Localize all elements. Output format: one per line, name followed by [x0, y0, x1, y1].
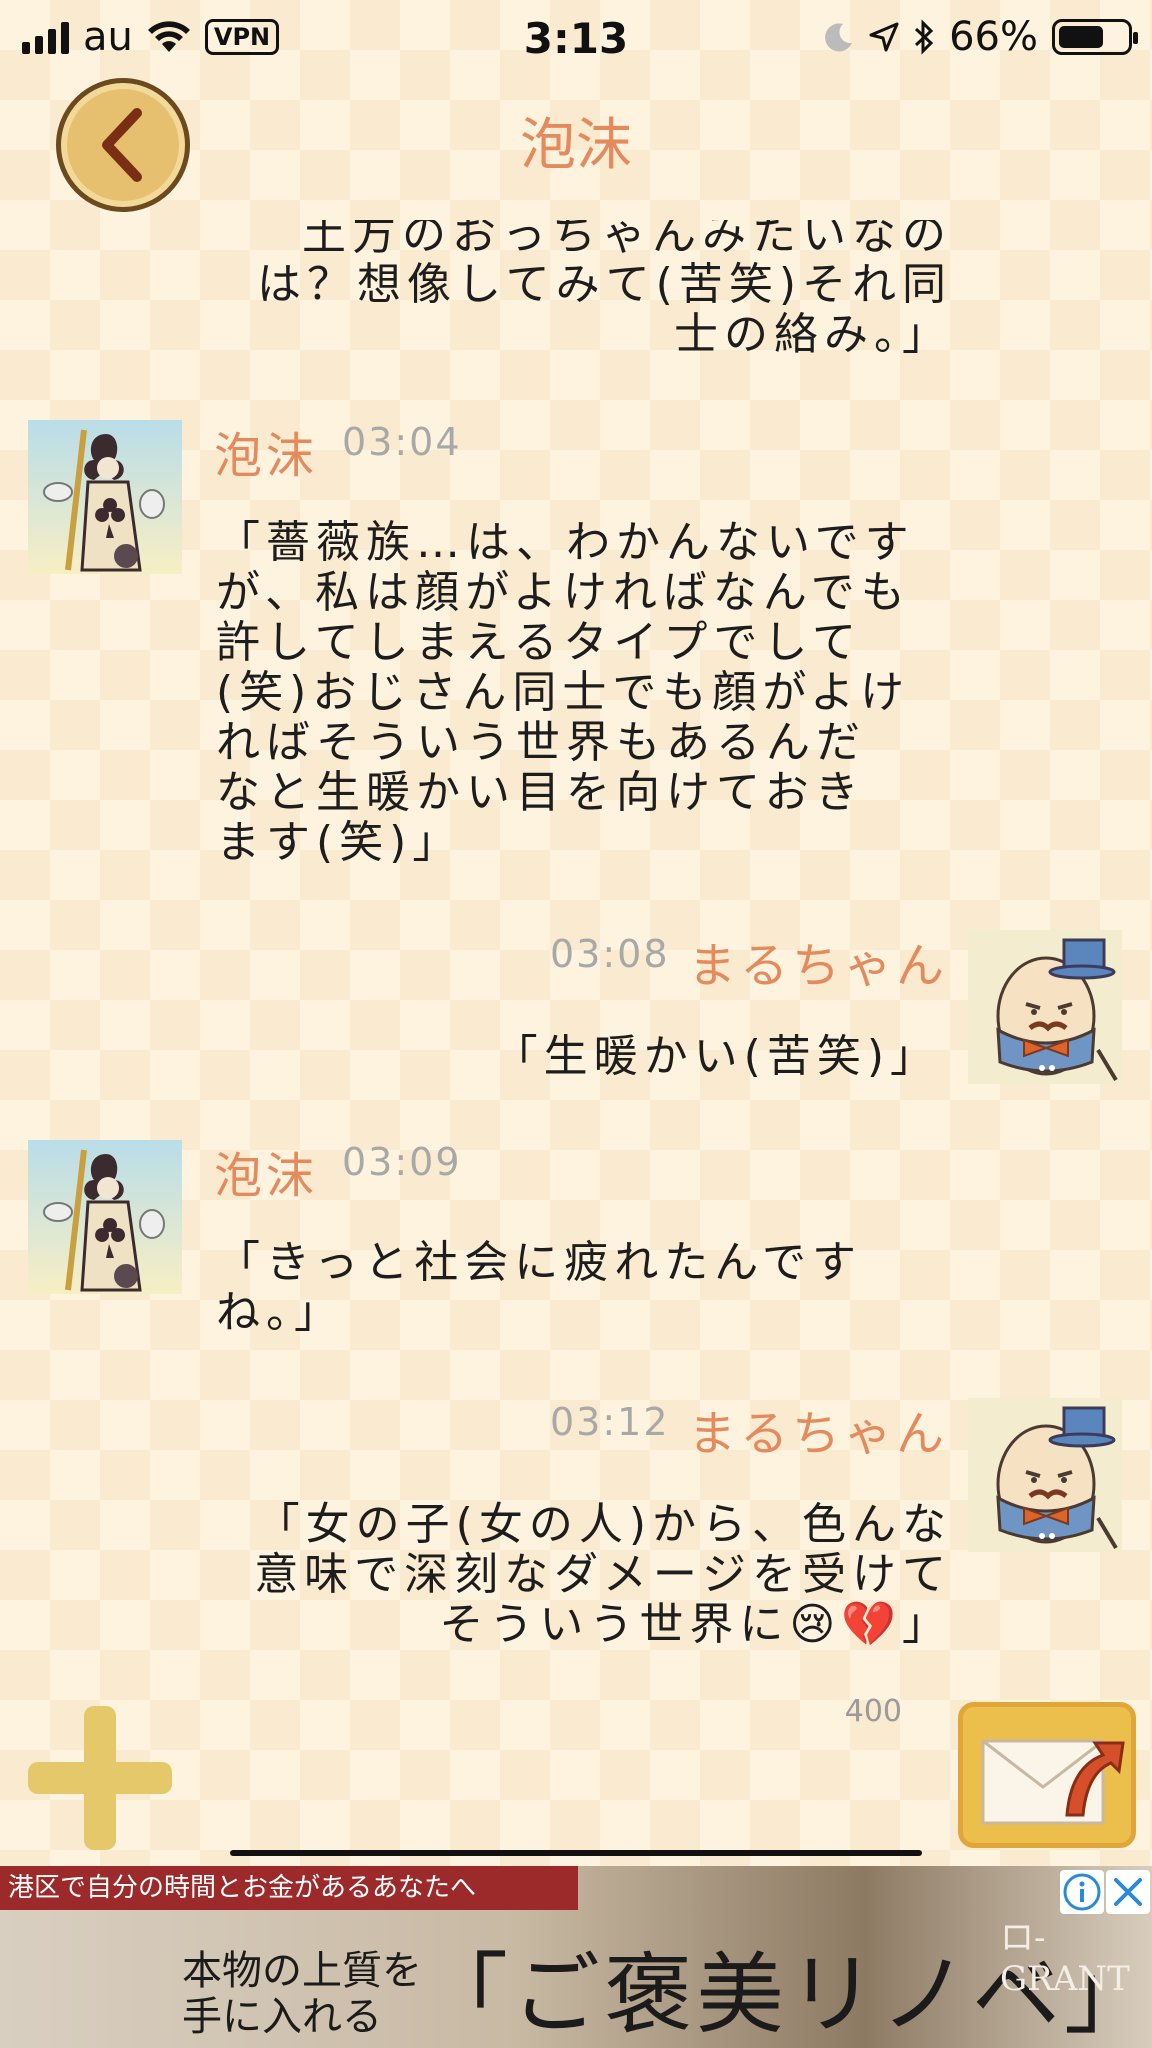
envelope-send-icon: [981, 1739, 1125, 1825]
avatar-maruchan[interactable]: [968, 1398, 1122, 1552]
egg-gentleman-icon: [968, 930, 1122, 1084]
message-time: 03:09: [342, 1140, 462, 1184]
message-time: 03:12: [550, 1400, 670, 1444]
avatar-awa[interactable]: [28, 1140, 182, 1294]
info-icon: [1063, 1873, 1101, 1911]
ad-close-button[interactable]: [1106, 1870, 1150, 1914]
sender-name: まるちゃん: [688, 1406, 949, 1462]
message-text: 「薔薇族…は、わかんないです が、私は顔がよければなんでも 許してしまえるタイプ…: [216, 517, 915, 868]
add-button[interactable]: [28, 1706, 172, 1850]
message-time: 03:08: [550, 932, 670, 976]
battery-icon: [1052, 19, 1138, 55]
clover-card-character-icon: [28, 420, 182, 574]
message-text: 「生暖かい(苦笑)」: [493, 1031, 940, 1082]
battery-fill: [1059, 26, 1103, 48]
battery-percent: 66%: [949, 14, 1038, 60]
egg-gentleman-icon: [968, 1398, 1122, 1552]
message-time: 03:04: [342, 420, 462, 464]
message-text: 「女の子(女の人)から、色んな 意味で深刻なダメージを受けて そういう世界に😢💔…: [254, 1499, 952, 1650]
ad-subtext: 本物の上質を 手に入れる: [182, 1948, 422, 2040]
send-button[interactable]: [958, 1702, 1136, 1848]
chat-log[interactable]: 土方のおっちゃんみたいなの は？想像してみて(苦笑)それ同 士の絡み。」 泡沫 …: [0, 220, 1152, 1680]
plus-icon: [28, 1706, 172, 1850]
clover-card-character-icon: [28, 1140, 182, 1294]
avatar-maruchan[interactable]: [968, 930, 1122, 1084]
home-indicator: [230, 1850, 922, 1856]
message-text-partial: 土方のおっちゃんみたいなの は？想像してみて(苦笑)それ同 士の絡み。」: [256, 220, 952, 360]
sender-name: 泡沫: [214, 1148, 319, 1204]
ad-banner[interactable]: 港区で自分の時間とお金があるあなたへ 本物の上質を 手に入れる 「ご褒美リノベ」…: [0, 1866, 1152, 2048]
ad-line1: 本物の上質を: [182, 1948, 422, 1994]
bluetooth-icon: [915, 19, 934, 55]
moon-icon: [825, 23, 853, 52]
message-text: 「きっと社会に疲れたんです ね。」: [216, 1237, 863, 1338]
page-title: 泡沫: [520, 113, 632, 178]
avatar-awa[interactable]: [28, 420, 182, 574]
status-bar: au VPN 3:13 66%: [0, 0, 1152, 76]
ad-line2: 手に入れる: [182, 1994, 382, 2040]
location-arrow-icon: [869, 22, 899, 52]
ad-brand: ロ-GRANT: [1000, 1918, 1130, 1999]
close-icon: [1114, 1878, 1142, 1906]
status-right: 66%: [823, 14, 1138, 60]
sender-name: 泡沫: [214, 428, 319, 484]
sender-name: まるちゃん: [688, 938, 949, 994]
char-count: 400: [844, 1694, 902, 1729]
ad-info-button[interactable]: [1060, 1870, 1104, 1914]
ad-top-strip: 港区で自分の時間とお金があるあなたへ: [0, 1866, 578, 1910]
